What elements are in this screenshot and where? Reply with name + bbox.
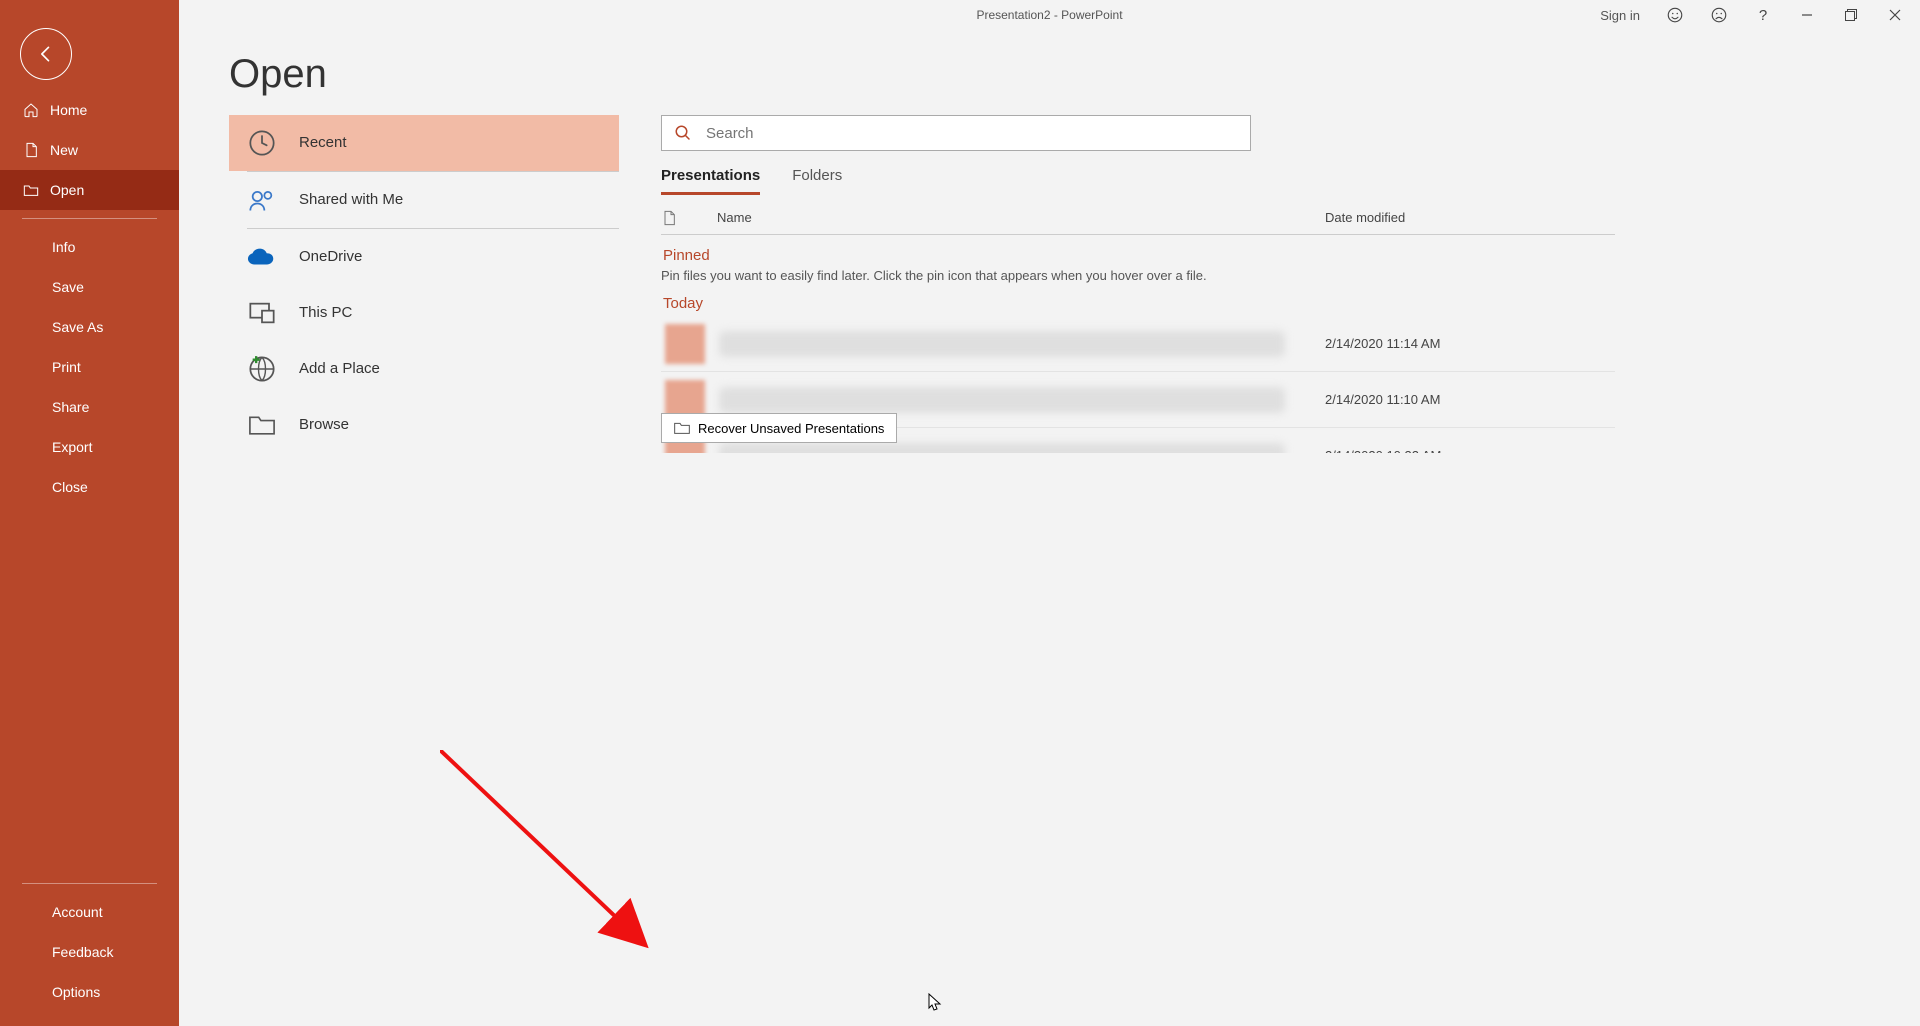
location-this-pc[interactable]: This PC: [229, 285, 619, 341]
recover-unsaved-button[interactable]: Recover Unsaved Presentations: [661, 413, 897, 443]
minimize-button[interactable]: [1792, 0, 1822, 30]
file-name-redacted: [719, 443, 1285, 454]
tab-presentations[interactable]: Presentations: [661, 163, 760, 195]
recover-unsaved-label: Recover Unsaved Presentations: [698, 421, 884, 436]
file-tabs: Presentations Folders: [661, 163, 1621, 195]
section-pinned-title: Pinned: [663, 247, 1615, 264]
arrow-left-icon: [36, 44, 56, 64]
location-shared-with-me[interactable]: Shared with Me: [229, 172, 619, 228]
folder-icon: [247, 410, 277, 440]
restore-button[interactable]: [1836, 0, 1866, 30]
sidebar-item-share[interactable]: Share: [0, 387, 179, 427]
sidebar-item-save-as[interactable]: Save As: [0, 307, 179, 347]
add-place-icon: [247, 354, 277, 384]
search-icon: [674, 124, 692, 142]
file-row[interactable]: 2/14/2020 11:14 AM: [661, 316, 1615, 372]
sidebar-item-export[interactable]: Export: [0, 427, 179, 467]
file-thumbnail: [665, 324, 705, 364]
file-date: 2/14/2020 10:32 AM: [1325, 448, 1615, 453]
home-icon: [22, 101, 40, 119]
sidebar-item-info[interactable]: Info: [0, 227, 179, 267]
file-type-icon: [661, 209, 717, 227]
location-label: Shared with Me: [299, 191, 403, 208]
column-headers: Name Date modified: [661, 201, 1615, 235]
new-doc-icon: [22, 141, 40, 159]
sidebar-separator: [22, 218, 157, 219]
sidebar-item-open[interactable]: Open: [0, 170, 179, 210]
back-button[interactable]: [20, 28, 72, 80]
open-locations-list: Recent Shared with Me OneDri: [229, 115, 619, 453]
location-onedrive[interactable]: OneDrive: [229, 229, 619, 285]
sidebar-item-label: Open: [50, 182, 84, 198]
section-today-title: Today: [663, 295, 1615, 312]
tab-folders[interactable]: Folders: [792, 163, 842, 195]
sidebar-item-save[interactable]: Save: [0, 267, 179, 307]
backstage-sidebar: Home New Open Info Save Save As Print Sh…: [0, 0, 179, 1026]
location-label: Recent: [299, 134, 347, 151]
column-date-modified[interactable]: Date modified: [1325, 210, 1615, 225]
clock-icon: [247, 128, 277, 158]
page-title: Open: [229, 52, 1661, 97]
sidebar-item-print[interactable]: Print: [0, 347, 179, 387]
this-pc-icon: [247, 298, 277, 328]
section-pinned-hint: Pin files you want to easily find later.…: [661, 268, 1615, 283]
location-label: This PC: [299, 304, 352, 321]
search-box[interactable]: [661, 115, 1251, 151]
help-icon[interactable]: ?: [1748, 0, 1778, 30]
file-name-redacted: [719, 331, 1285, 357]
folder-open-icon: [22, 181, 40, 199]
sidebar-item-close[interactable]: Close: [0, 467, 179, 507]
location-add-a-place[interactable]: Add a Place: [229, 341, 619, 397]
title-bar: Presentation2 - PowerPoint Sign in ?: [179, 0, 1920, 30]
location-browse[interactable]: Browse: [229, 397, 619, 453]
sidebar-item-options[interactable]: Options: [0, 972, 179, 1012]
close-button[interactable]: [1880, 0, 1910, 30]
sidebar-item-label: New: [50, 142, 78, 158]
file-date: 2/14/2020 11:14 AM: [1325, 336, 1615, 351]
sidebar-separator: [22, 883, 157, 884]
sidebar-item-account[interactable]: Account: [0, 892, 179, 932]
file-date: 2/14/2020 11:10 AM: [1325, 392, 1615, 407]
location-recent[interactable]: Recent: [229, 115, 619, 171]
location-label: OneDrive: [299, 248, 362, 265]
face-sad-icon[interactable]: [1704, 0, 1734, 30]
sidebar-item-feedback[interactable]: Feedback: [0, 932, 179, 972]
sidebar-item-new[interactable]: New: [0, 130, 179, 170]
sidebar-item-home[interactable]: Home: [0, 90, 179, 130]
location-label: Browse: [299, 416, 349, 433]
sign-in-link[interactable]: Sign in: [1600, 8, 1640, 23]
people-icon: [247, 185, 277, 215]
main-area: Presentation2 - PowerPoint Sign in ? Ope…: [179, 0, 1920, 1026]
sidebar-item-label: Home: [50, 102, 87, 118]
recent-files-panel: Presentations Folders Name Date modified: [661, 115, 1661, 453]
onedrive-icon: [247, 242, 277, 272]
location-label: Add a Place: [299, 360, 380, 377]
file-name-redacted: [719, 387, 1285, 413]
search-input[interactable]: [706, 125, 1238, 142]
face-smile-icon[interactable]: [1660, 0, 1690, 30]
column-name[interactable]: Name: [717, 210, 1325, 225]
folder-open-icon: [674, 421, 690, 435]
